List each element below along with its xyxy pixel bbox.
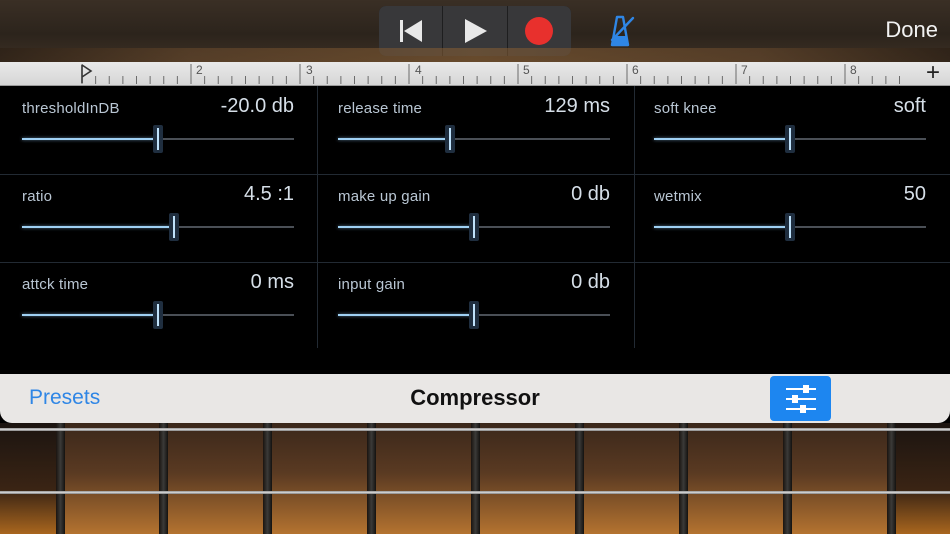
slider-fill xyxy=(338,226,474,228)
threshold-slider[interactable] xyxy=(22,125,294,153)
slider-thumb[interactable] xyxy=(153,125,163,153)
ruler-bar-label: 4 xyxy=(415,63,422,77)
slider-thumb[interactable] xyxy=(469,213,479,241)
fret xyxy=(679,423,688,534)
plugin-header: Presets Compressor xyxy=(0,374,950,423)
record-icon xyxy=(525,17,554,45)
param-input-gain: input gain 0 db xyxy=(316,262,632,350)
param-value: 50 xyxy=(903,183,926,205)
metronome-icon[interactable] xyxy=(603,14,637,48)
ruler-bar-label: 5 xyxy=(523,63,530,77)
param-value: 0 db xyxy=(571,183,610,205)
param-label: attck time xyxy=(22,276,89,293)
attack-time-slider[interactable] xyxy=(22,301,294,329)
param-label: soft knee xyxy=(654,100,717,117)
sliders-icon xyxy=(785,384,816,413)
ruler-bar-label: 7 xyxy=(741,63,748,77)
compressor-panel: thresholdInDB -20.0 db release time 129 … xyxy=(0,86,950,374)
slider-thumb[interactable] xyxy=(153,301,163,329)
string[interactable] xyxy=(0,491,950,494)
param-make-up-gain: make up gain 0 db xyxy=(316,174,632,262)
skip-back-icon xyxy=(399,20,422,42)
slider-fill xyxy=(22,138,158,140)
param-release-time: release time 129 ms xyxy=(316,86,632,174)
param-wetmix: wetmix 50 xyxy=(632,174,948,262)
param-label: thresholdInDB xyxy=(22,100,120,117)
param-label: make up gain xyxy=(338,188,431,205)
param-attack-time: attck time 0 ms xyxy=(0,262,316,350)
add-section-button[interactable]: + xyxy=(926,59,940,87)
play-icon xyxy=(464,19,487,43)
slider-fill xyxy=(338,314,474,316)
bass-fretboard[interactable] xyxy=(0,423,950,534)
slider-fill xyxy=(338,138,450,140)
slider-fill xyxy=(654,226,790,228)
make-up-gain-slider[interactable] xyxy=(338,213,610,241)
release-time-slider[interactable] xyxy=(338,125,610,153)
fret xyxy=(367,423,376,534)
param-threshold: thresholdInDB -20.0 db xyxy=(0,86,316,174)
done-button[interactable]: Done xyxy=(885,17,938,43)
param-label: ratio xyxy=(22,188,53,205)
fret xyxy=(575,423,584,534)
timeline-ruler[interactable]: 2 3 4 5 6 7 8 + xyxy=(0,59,950,87)
slider-thumb[interactable] xyxy=(444,125,455,153)
param-value: 4.5 :1 xyxy=(243,183,294,205)
fret xyxy=(263,423,272,534)
controls-toggle-button[interactable] xyxy=(770,376,831,421)
soft-knee-slider[interactable] xyxy=(654,125,926,153)
ruler-bar-label: 8 xyxy=(850,63,857,77)
ruler-ticks xyxy=(81,64,900,84)
input-gain-slider[interactable] xyxy=(338,301,610,329)
transport-controls xyxy=(379,6,571,56)
param-soft-knee: soft knee soft xyxy=(632,86,948,174)
slider-fill xyxy=(654,138,790,140)
slider-thumb[interactable] xyxy=(785,213,795,241)
param-ratio: ratio 4.5 :1 xyxy=(0,174,316,262)
param-label: wetmix xyxy=(654,188,702,205)
slider-fill xyxy=(22,314,158,316)
param-value: 129 ms xyxy=(544,95,610,117)
slider-thumb[interactable] xyxy=(785,125,795,153)
go-to-beginning-button[interactable] xyxy=(379,6,444,56)
slider-thumb[interactable] xyxy=(469,301,479,329)
fret xyxy=(471,423,480,534)
ruler-bar-label: 6 xyxy=(632,63,639,77)
param-value: 0 db xyxy=(571,271,610,293)
param-value: soft xyxy=(893,95,926,117)
ratio-slider[interactable] xyxy=(22,213,294,241)
fret xyxy=(783,423,792,534)
param-value: 0 ms xyxy=(250,271,294,293)
transport-bar: Done xyxy=(0,0,950,62)
wetmix-slider[interactable] xyxy=(654,213,926,241)
slider-fill xyxy=(22,226,175,228)
ruler-bar-label: 3 xyxy=(306,63,313,77)
param-label: input gain xyxy=(338,276,406,293)
param-label: release time xyxy=(338,100,423,117)
fret xyxy=(159,423,168,534)
fret xyxy=(887,423,896,534)
ruler-bar-label: 2 xyxy=(196,63,203,77)
fret xyxy=(56,423,65,534)
play-button[interactable] xyxy=(443,6,508,56)
record-button[interactable] xyxy=(507,6,571,56)
param-value: -20.0 db xyxy=(220,95,294,117)
slider-thumb[interactable] xyxy=(169,213,180,241)
string[interactable] xyxy=(0,428,950,431)
